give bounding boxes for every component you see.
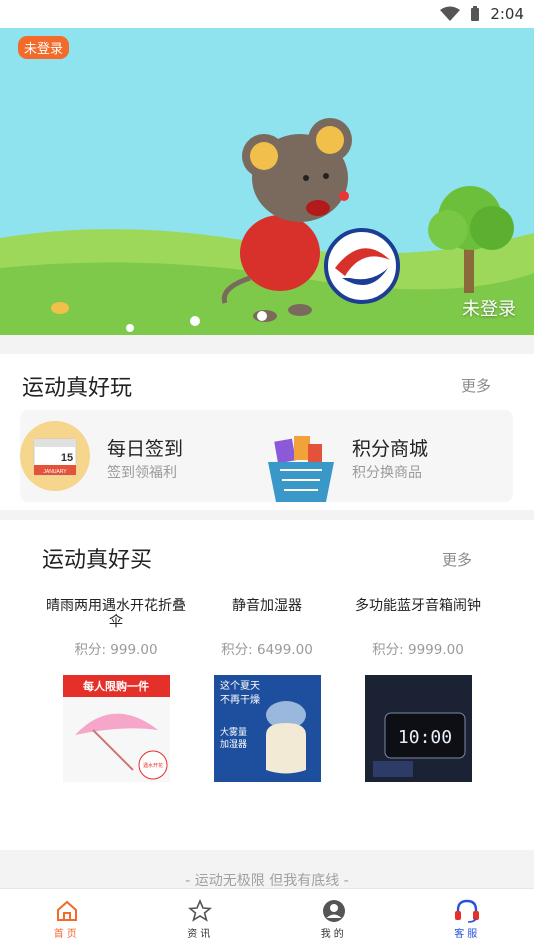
humidifier-caption-1: 这个夏天 bbox=[220, 679, 260, 692]
tab-service[interactable]: 客服 bbox=[401, 889, 534, 949]
daily-checkin-subtitle: 签到领福利 bbox=[107, 465, 177, 481]
footer-slogan: - 运动无极限 但我有底线 - bbox=[185, 873, 349, 889]
umbrella-product-image: 每人限购一件 遇水开花 bbox=[62, 675, 170, 782]
daily-checkin-title: 每日签到 bbox=[107, 438, 184, 460]
section-buy-more-link[interactable]: 更多 bbox=[442, 549, 472, 570]
product-card-humidifier[interactable]: 静音加湿器 积分: 6499.00 这个夏天 不再干燥 大雾量 加湿器 bbox=[192, 598, 342, 786]
humidifier-caption-2: 不再干燥 bbox=[220, 694, 260, 706]
product-price: 积分: 6499.00 bbox=[221, 642, 313, 658]
status-time: 2:04 bbox=[490, 5, 524, 23]
tab-profile-label: 我的 bbox=[320, 928, 347, 940]
wifi-icon bbox=[440, 6, 461, 21]
humidifier-product-image: 这个夏天 不再干燥 大雾量 加湿器 bbox=[213, 675, 321, 782]
shopping-basket-icon bbox=[268, 436, 334, 502]
status-bar: 2:04 bbox=[0, 0, 534, 28]
tab-service-label: 客服 bbox=[454, 928, 481, 940]
hero-banner[interactable]: 未登录 未登录 bbox=[0, 28, 534, 335]
section-buy: 运动真好买 更多 晴雨两用遇水开花折叠伞 积分: 999.00 每人限购一件 遇… bbox=[0, 520, 534, 850]
speaker-clock-product-image: 10:00 bbox=[364, 675, 472, 782]
headset-icon bbox=[455, 899, 480, 923]
points-mall-subtitle: 积分换商品 bbox=[352, 465, 422, 481]
tab-news[interactable]: 资讯 bbox=[134, 889, 268, 949]
umbrella-image-caption: 每人限购一件 bbox=[83, 679, 149, 693]
app-screen: 2:04 未登录 未登录 运动真好玩 更多 15 JANUARY 每日签到 签到… bbox=[0, 0, 534, 949]
points-mall-title: 积分商城 bbox=[352, 438, 429, 460]
bottom-tab-bar: 首页 资讯 我的 客服 bbox=[0, 888, 534, 949]
section-play-more-link[interactable]: 更多 bbox=[461, 375, 491, 396]
calendar-icon: 15 JANUARY bbox=[20, 421, 90, 491]
section-play: 运动真好玩 更多 15 JANUARY 每日签到 签到领福利 积分商城 积分换商… bbox=[0, 354, 534, 510]
product-price: 积分: 9999.00 bbox=[372, 642, 464, 658]
user-icon bbox=[322, 899, 345, 922]
product-name: 多功能蓝牙音箱闹钟 bbox=[355, 598, 481, 614]
section-play-title: 运动真好玩 bbox=[22, 376, 133, 401]
tab-news-label: 资讯 bbox=[187, 928, 214, 940]
feature-row: 15 JANUARY 每日签到 签到领福利 积分商城 积分换商品 bbox=[20, 410, 513, 502]
product-name: 静音加湿器 bbox=[232, 598, 302, 614]
calendar-month: JANUARY bbox=[43, 469, 67, 475]
daily-checkin-card[interactable]: 15 JANUARY 每日签到 签到领福利 bbox=[20, 410, 266, 502]
humidifier-caption-4: 加湿器 bbox=[220, 739, 247, 750]
banner-login-label[interactable]: 未登录 bbox=[462, 295, 516, 321]
tab-profile[interactable]: 我的 bbox=[267, 889, 401, 949]
home-icon bbox=[56, 900, 77, 921]
tab-home[interactable]: 首页 bbox=[0, 889, 134, 949]
product-name: 晴雨两用遇水开花折叠伞 bbox=[46, 598, 186, 630]
product-price: 积分: 999.00 bbox=[74, 642, 158, 658]
banner-illustration bbox=[0, 28, 534, 335]
product-card-speaker-clock[interactable]: 多功能蓝牙音箱闹钟 积分: 9999.00 10:00 bbox=[343, 598, 493, 786]
tab-home-label: 首页 bbox=[53, 928, 80, 940]
section-buy-title: 运动真好买 bbox=[42, 548, 153, 573]
calendar-day: 15 bbox=[61, 452, 73, 464]
star-icon bbox=[188, 898, 213, 922]
login-status-badge[interactable]: 未登录 bbox=[18, 36, 70, 59]
humidifier-caption-3: 大雾量 bbox=[220, 726, 247, 738]
battery-icon bbox=[471, 6, 480, 21]
clock-display: 10:00 bbox=[397, 727, 451, 748]
umbrella-image-tag: 遇水开花 bbox=[142, 762, 162, 769]
product-card-umbrella[interactable]: 晴雨两用遇水开花折叠伞 积分: 999.00 每人限购一件 遇水开花 bbox=[41, 598, 191, 786]
points-mall-card[interactable]: 积分商城 积分换商品 bbox=[266, 410, 513, 502]
